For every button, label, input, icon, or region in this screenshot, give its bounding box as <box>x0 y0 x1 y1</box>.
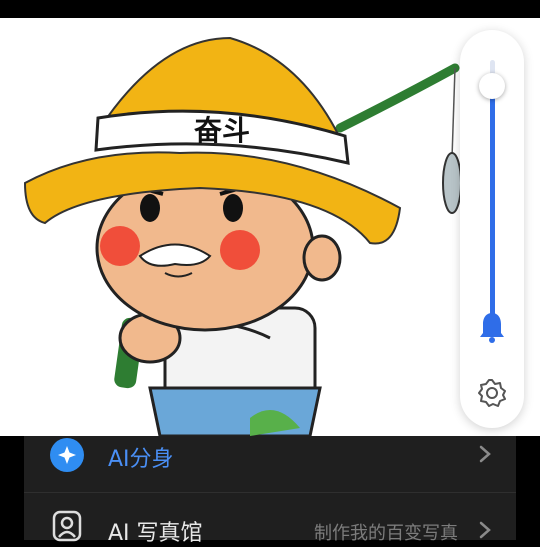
volume-fill <box>490 85 495 318</box>
settings-list: AI分身 AI 写真馆 制作我的百变写真 <box>24 436 516 546</box>
menu-item-ai-portrait[interactable]: AI 写真馆 制作我的百变写真 <box>24 493 516 546</box>
gear-icon[interactable] <box>476 377 508 409</box>
bell-icon[interactable] <box>478 310 506 344</box>
chevron-right-icon <box>479 445 491 463</box>
volume-panel <box>460 30 524 428</box>
ai-avatar-icon <box>50 438 84 472</box>
hat-text: 奋斗 <box>194 114 250 147</box>
chevron-right-icon <box>479 521 491 539</box>
menu-item-label: AI分身 <box>108 447 174 472</box>
menu-item-ai-avatar[interactable]: AI分身 <box>24 436 516 492</box>
volume-slider-knob[interactable] <box>479 72 505 99</box>
menu-item-subtitle: 制作我的百变写真 <box>314 523 458 544</box>
top-black-strip <box>0 0 540 18</box>
menu-item-label: AI 写真馆 <box>108 521 203 546</box>
cartoon-illustration: 奋斗 <box>0 18 540 436</box>
portrait-icon <box>52 510 82 542</box>
